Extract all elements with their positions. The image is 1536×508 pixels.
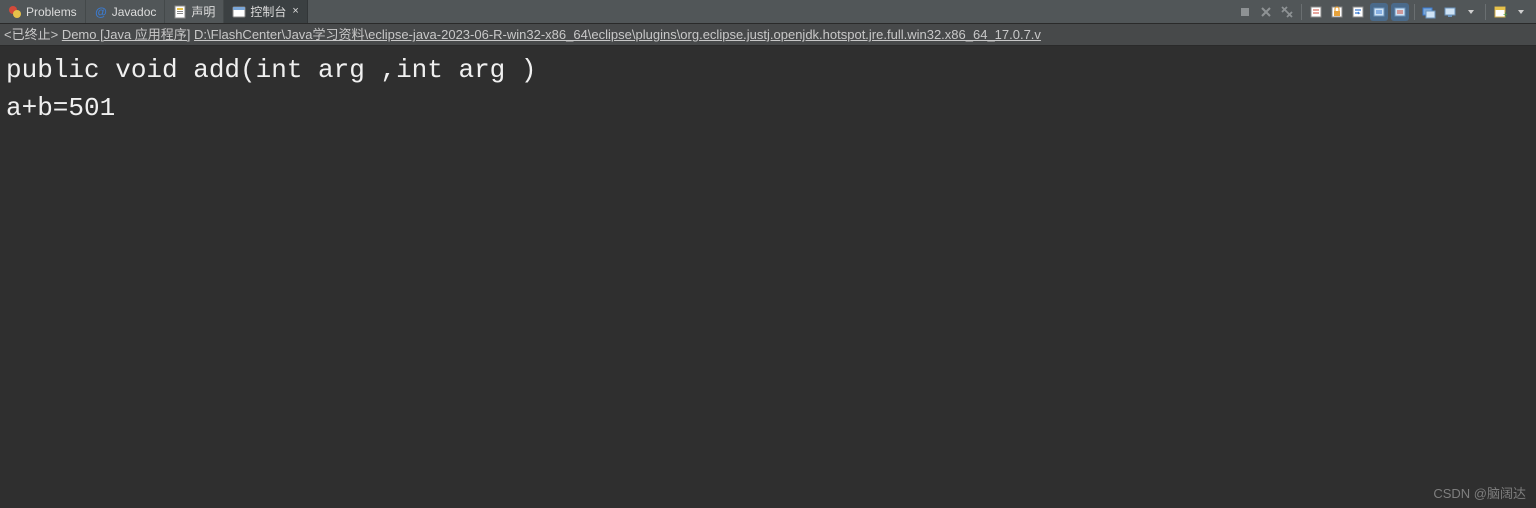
pin-console-button[interactable] [1420,3,1438,21]
launch-status: <已终止> [4,27,58,42]
launch-description: <已终止> Demo [Java 应用程序] D:\FlashCenter\Ja… [0,24,1536,46]
tab-javadoc[interactable]: @ Javadoc [86,0,166,23]
tab-declaration[interactable]: 声明 [165,0,224,23]
console-output[interactable]: public void add(int arg ,int arg ) a+b=5… [0,46,1536,508]
remove-all-terminated-button[interactable] [1278,3,1296,21]
launch-name: Demo [Java 应用程序] [62,27,191,42]
declaration-icon [173,5,187,19]
tab-label: Javadoc [112,5,157,19]
console-icon [232,5,246,19]
tab-label: Problems [26,5,77,19]
scroll-lock-button[interactable] [1328,3,1346,21]
tab-close-icon[interactable]: × [292,6,298,17]
open-console-button[interactable]: + [1491,3,1509,21]
clear-console-button[interactable] [1307,3,1325,21]
launch-path: D:\FlashCenter\Java学习资料\eclipse-java-202… [194,27,1041,42]
svg-text:@: @ [95,5,107,19]
tab-bar: Problems @ Javadoc 声明 [0,0,1536,24]
console-toolbar: + [1236,0,1536,23]
show-when-stdout-button[interactable] [1370,3,1388,21]
word-wrap-button[interactable] [1349,3,1367,21]
show-when-stderr-button[interactable] [1391,3,1409,21]
tab-label: 声明 [191,3,215,20]
watermark-text: CSDN @脑阔达 [1433,483,1526,502]
svg-text:+: + [1503,10,1507,19]
tab-problems[interactable]: Problems [0,0,86,23]
toolbar-separator [1485,4,1486,20]
problems-icon [8,5,22,19]
tabs-container: Problems @ Javadoc 声明 [0,0,308,23]
toolbar-separator [1414,4,1415,20]
javadoc-icon: @ [94,5,108,19]
toolbar-separator [1301,4,1302,20]
remove-launch-button[interactable] [1257,3,1275,21]
terminate-button[interactable] [1236,3,1254,21]
open-console-dropdown-icon[interactable] [1512,3,1530,21]
tab-bar-spacer [308,0,1236,23]
display-dropdown-icon[interactable] [1462,3,1480,21]
output-line: a+b=501 [6,93,115,123]
tab-label: 控制台 [250,3,286,20]
display-selected-console-button[interactable] [1441,3,1459,21]
tab-console[interactable]: 控制台 × [224,0,307,23]
output-line: public void add(int arg ,int arg ) [6,55,537,85]
